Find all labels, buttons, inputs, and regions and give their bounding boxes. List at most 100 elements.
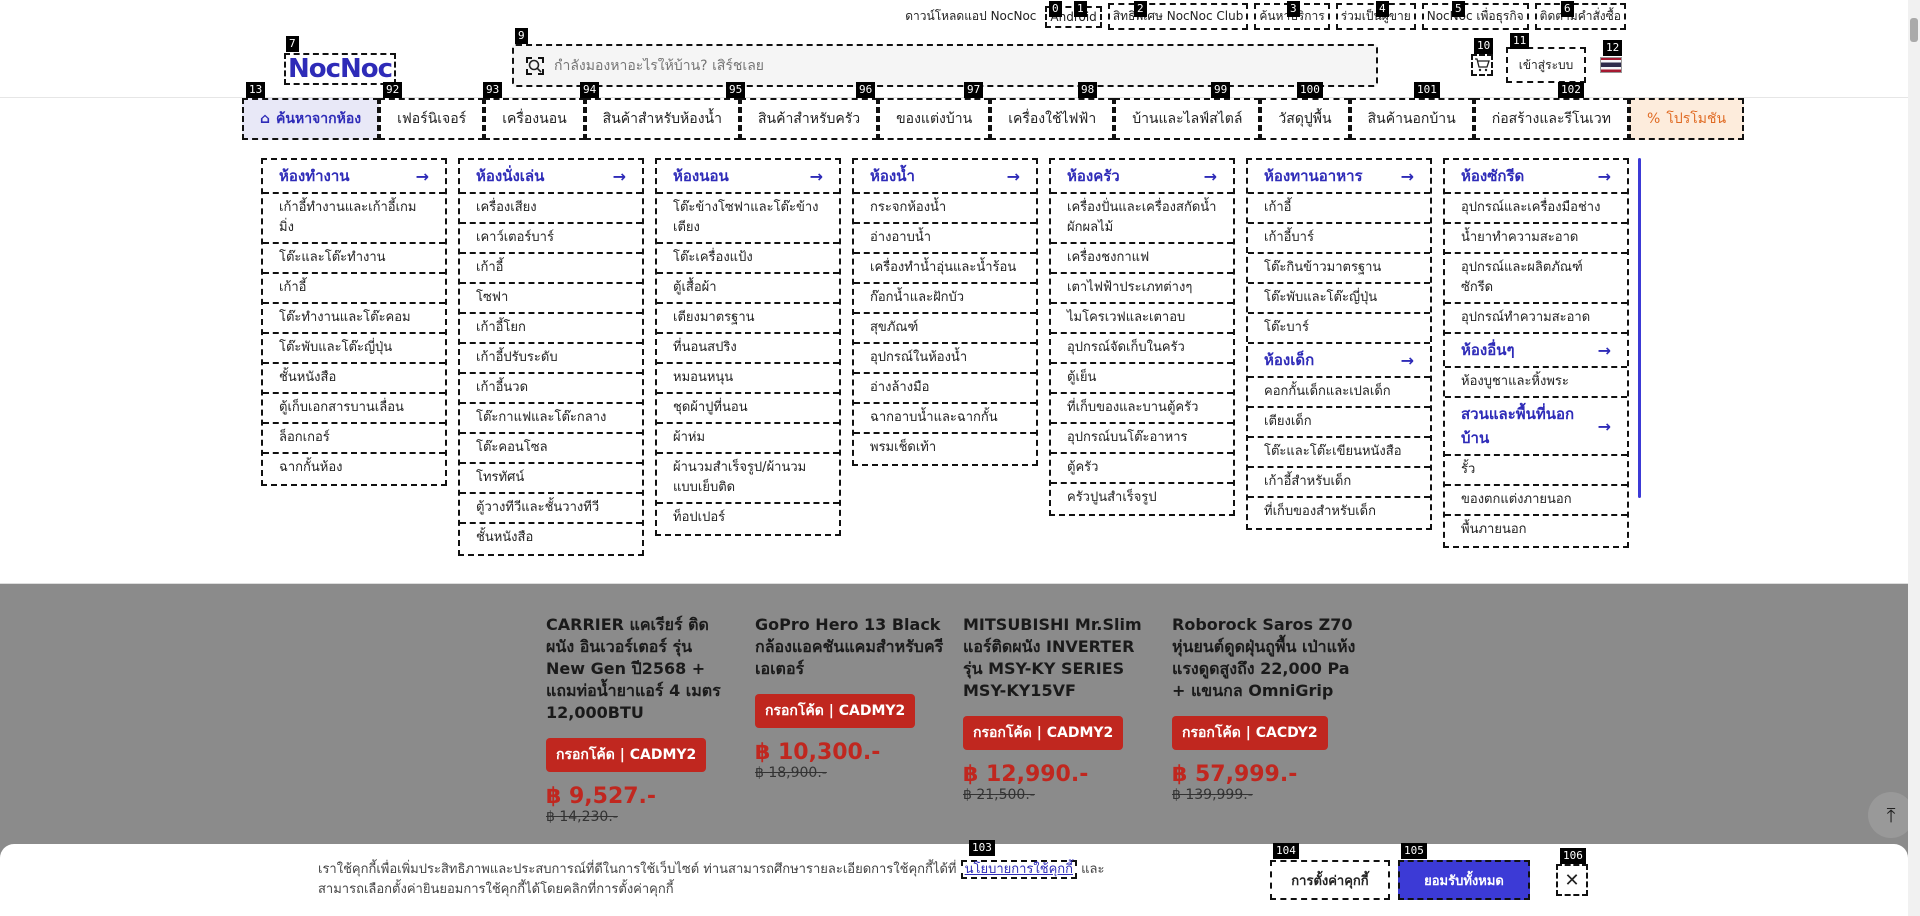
room-heading-dining[interactable]: ห้องทานอาหาร → (1248, 160, 1430, 194)
menu-item[interactable]: โต๊ะและโต๊ะทำงาน (263, 244, 445, 274)
menu-item[interactable]: รั้ว (1445, 456, 1627, 486)
room-heading-office[interactable]: ห้องทำงาน → (263, 160, 445, 194)
menu-item[interactable]: พรมเช็ดเท้า (854, 434, 1036, 462)
menu-item[interactable]: ฉากกั้นห้อง (263, 454, 445, 482)
menu-item[interactable]: ฉากอาบน้ำและฉากกั้น (854, 404, 1036, 434)
menu-item[interactable]: โต๊ะพับและโต๊ะญี่ปุ่น (1248, 284, 1430, 314)
cat-flooring[interactable]: วัสดุปูพื้น (1260, 98, 1350, 140)
topbar-nocnoc-club[interactable]: สิทธิพิเศษ NocNoc Club (1107, 3, 1249, 30)
menu-item[interactable]: เก้าอี้โยก (460, 314, 642, 344)
menu-item[interactable]: โต๊ะคอนโซล (460, 434, 642, 464)
cat-appliances[interactable]: เครื่องใช้ไฟฟ้า (990, 98, 1115, 140)
menu-item[interactable]: เก้าอี้ (1248, 194, 1430, 224)
search-bar[interactable] (512, 44, 1378, 87)
cookie-settings-button[interactable]: การตั้งค่าคุกกี้ (1270, 860, 1390, 900)
menu-item[interactable]: ไมโครเวฟและเตาอบ (1051, 304, 1233, 334)
menu-item[interactable]: ก๊อกน้ำและฝักบัว (854, 284, 1036, 314)
menu-item[interactable]: อุปกรณ์ทำความสะอาด (1445, 304, 1627, 334)
menu-item[interactable]: เครื่องทำน้ำอุ่นและน้ำร้อน (854, 254, 1036, 284)
product-card[interactable]: Roborock Saros Z70 หุ่นยนต์ดูดฝุ่นถูพื้น… (1172, 614, 1362, 803)
menu-item[interactable]: ที่นอนสปริง (657, 334, 839, 364)
menu-item[interactable]: สุขภัณฑ์ (854, 314, 1036, 344)
menu-item[interactable]: หมอนหนุน (657, 364, 839, 394)
menu-scrollbar[interactable] (1638, 158, 1641, 498)
menu-item[interactable]: เตียงมาตรฐาน (657, 304, 839, 334)
menu-item[interactable]: เก้าอี้ปรับระดับ (460, 344, 642, 374)
menu-item[interactable]: เครื่องชงกาแฟ (1051, 244, 1233, 274)
nocnoc-logo[interactable]: NocNoc (284, 53, 397, 85)
menu-item[interactable]: เก้าอี้นวด (460, 374, 642, 404)
menu-item[interactable]: ตู้ครัว (1051, 454, 1233, 484)
room-heading-laundry[interactable]: ห้องซักรีด → (1445, 160, 1627, 194)
cat-home-lifestyle[interactable]: บ้านและไลฟ์สไตล์ (1114, 98, 1261, 140)
menu-item[interactable]: อุปกรณ์จัดเก็บในครัว (1051, 334, 1233, 364)
cookie-policy-link[interactable]: นโยบายการใช้คุกกี้ (960, 860, 1078, 879)
page-scrollbar[interactable] (1908, 0, 1920, 916)
cat-home-decor[interactable]: ของแต่งบ้าน (878, 98, 991, 140)
menu-item[interactable]: โต๊ะทำงานและโต๊ะคอม (263, 304, 445, 334)
menu-item[interactable]: เตาไฟฟ้าประเภทต่างๆ (1051, 274, 1233, 304)
cat-bathroom[interactable]: สินค้าสำหรับห้องน้ำ (584, 98, 740, 140)
search-input[interactable] (554, 57, 1254, 74)
room-heading-kitchen[interactable]: ห้องครัว → (1051, 160, 1233, 194)
menu-item[interactable]: ห้องบูชาและหิ้งพระ (1445, 368, 1627, 398)
menu-item[interactable]: ชุดผ้าปูที่นอน (657, 394, 839, 424)
menu-item[interactable]: โต๊ะบาร์ (1248, 314, 1430, 344)
accept-all-button[interactable]: ยอมรับทั้งหมด (1398, 860, 1530, 900)
menu-item[interactable]: เก้าอี้สำหรับเด็ก (1248, 468, 1430, 498)
menu-item[interactable]: อุปกรณ์บนโต๊ะอาหาร (1051, 424, 1233, 454)
menu-item[interactable]: อุปกรณ์ในห้องน้ำ (854, 344, 1036, 374)
product-card[interactable]: MITSUBISHI Mr.Slim แอร์ติดผนัง INVERTER … (963, 614, 1153, 803)
menu-item[interactable]: เก้าอี้ทำงานและเก้าอี้เกมมิ่ง (263, 194, 445, 244)
cat-promotion[interactable]: % โปรโมชัน (1629, 98, 1745, 140)
room-heading-garden[interactable]: สวนและพื้นที่นอกบ้าน → (1445, 398, 1627, 456)
menu-item[interactable]: เคาว์เตอร์บาร์ (460, 224, 642, 254)
menu-item[interactable]: ที่เก็บของสำหรับเด็ก (1248, 498, 1430, 526)
menu-item[interactable]: ล็อกเกอร์ (263, 424, 445, 454)
menu-item[interactable]: เครื่องปั่นและเครื่องสกัดน้ำผักผลไม้ (1051, 194, 1233, 244)
cat-kitchen[interactable]: สินค้าสำหรับครัว (739, 98, 879, 140)
menu-item[interactable]: ตู้เย็น (1051, 364, 1233, 394)
menu-item[interactable]: โต๊ะข้างโซฟาและโต๊ะข้างเตียง (657, 194, 839, 244)
thai-flag-icon[interactable] (1600, 57, 1622, 73)
menu-item[interactable]: ผ้านวมสำเร็จรูป/ผ้านวมแบบเย็บติด (657, 454, 839, 504)
scrollbar-thumb[interactable] (1910, 18, 1918, 42)
topbar-business[interactable]: NocNoc เพื่อธุรกิจ (1421, 3, 1529, 30)
menu-item[interactable]: อุปกรณ์และเครื่องมือช่าง (1445, 194, 1627, 224)
menu-item[interactable]: กระจกห้องน้ำ (854, 194, 1036, 224)
menu-item[interactable]: ของตกแต่งภายนอก (1445, 486, 1627, 516)
menu-item[interactable]: เก้าอี้บาร์ (1248, 224, 1430, 254)
menu-item[interactable]: โซฟา (460, 284, 642, 314)
menu-item[interactable]: ชั้นหนังสือ (263, 364, 445, 394)
menu-item[interactable]: อ่างอาบน้ำ (854, 224, 1036, 254)
menu-item[interactable]: คอกกั้นเด็กและเปลเด็ก (1248, 378, 1430, 408)
menu-item[interactable]: เครื่องเสียง (460, 194, 642, 224)
menu-item[interactable]: โต๊ะกินข้าวมาตรฐาน (1248, 254, 1430, 284)
menu-item[interactable]: โต๊ะเครื่องแป้ง (657, 244, 839, 274)
room-heading-kids[interactable]: ห้องเด็ก → (1248, 344, 1430, 378)
menu-item[interactable]: เก้าอี้ (460, 254, 642, 284)
menu-item[interactable]: ตู้เก็บเอกสารบานเลื่อน (263, 394, 445, 424)
topbar-track-order[interactable]: ติดตามคำสั่งซื้อ (1534, 3, 1626, 30)
menu-item[interactable]: ผ้าห่ม (657, 424, 839, 454)
close-icon[interactable]: ✕ (1556, 864, 1588, 896)
cat-furniture[interactable]: เฟอร์นิเจอร์ (379, 98, 485, 140)
menu-item[interactable]: ชั้นหนังสือ (460, 524, 642, 552)
cart-icon[interactable] (1471, 54, 1493, 76)
cat-outdoor[interactable]: สินค้านอกบ้าน (1349, 98, 1474, 140)
menu-item[interactable]: เตียงเด็ก (1248, 408, 1430, 438)
topbar-download-app[interactable]: ดาวน์โหลดแอป NocNoc (902, 5, 1039, 28)
menu-item[interactable]: ที่เก็บของและบานตู้ครัว (1051, 394, 1233, 424)
cat-construction[interactable]: ก่อสร้างและรีโนเวท (1473, 98, 1629, 140)
search-icon[interactable] (526, 56, 544, 75)
room-heading-bedroom[interactable]: ห้องนอน → (657, 160, 839, 194)
menu-item[interactable]: เก้าอี้ (263, 274, 445, 304)
product-card[interactable]: CARRIER แคเรียร์ ติดผนัง อินเวอร์เตอร์ ร… (546, 614, 736, 825)
menu-item[interactable]: ตู้วางทีวีและชั้นวางทีวี (460, 494, 642, 524)
menu-item[interactable]: อุปกรณ์และผลิตภัณฑ์ซักรีด (1445, 254, 1627, 304)
menu-item[interactable]: อ่างล้างมือ (854, 374, 1036, 404)
cat-bedding[interactable]: เครื่องนอน (484, 98, 585, 140)
menu-item[interactable]: ครัวปูนสำเร็จรูป (1051, 484, 1233, 512)
login-button[interactable]: เข้าสู่ระบบ (1506, 47, 1586, 83)
room-heading-living[interactable]: ห้องนั่งเล่น → (460, 160, 642, 194)
